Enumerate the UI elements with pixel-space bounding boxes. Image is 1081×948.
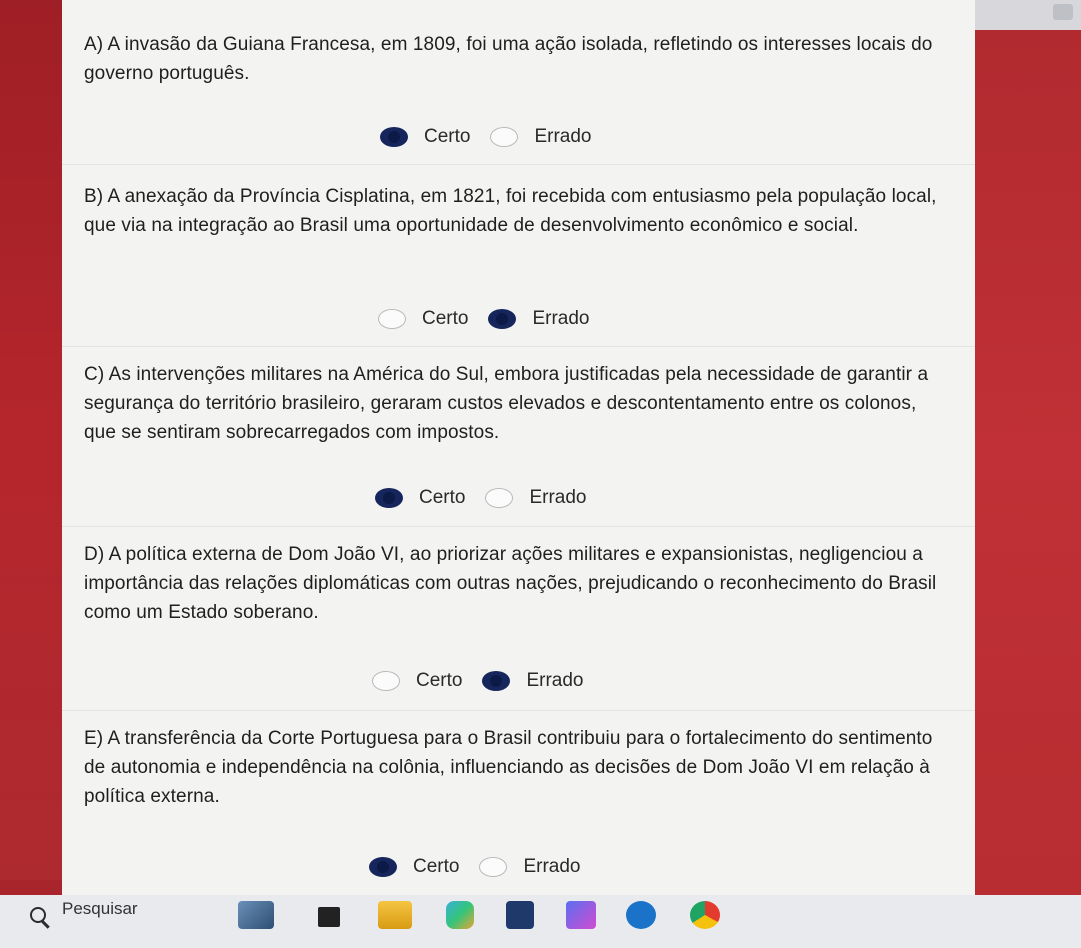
question-a: A) A invasão da Guiana Francesa, em 1809… [84,30,944,88]
window-corner [975,0,1081,30]
option-label-certo[interactable]: Certo [413,856,459,878]
radio-dot-icon [490,675,503,687]
option-label-errado[interactable]: Errado [532,308,589,330]
desktop-background-right [975,0,1081,895]
taskbar: Pesquisar [0,895,1081,948]
office-icon[interactable] [566,901,596,929]
options-d: Certo Errado [372,668,604,694]
copilot-icon[interactable] [446,901,474,929]
option-label-errado[interactable]: Errado [529,487,586,509]
options-e: Certo Errado [369,854,601,880]
store-icon[interactable] [506,901,534,929]
weather-icon[interactable] [238,901,274,929]
radio-dot-icon [388,131,400,143]
radio-certo-c[interactable] [375,488,403,508]
question-text: E) A transferência da Corte Portuguesa p… [84,728,933,807]
quiz-card: A) A invasão da Guiana Francesa, em 1809… [62,0,975,895]
question-text: B) A anexação da Província Cisplatina, e… [84,186,937,236]
question-e: E) A transferência da Corte Portuguesa p… [84,724,944,811]
question-text: A) A invasão da Guiana Francesa, em 1809… [84,34,933,84]
file-explorer-icon[interactable] [378,901,412,929]
radio-errado-c[interactable] [485,488,514,508]
radio-certo-b[interactable] [378,309,406,329]
radio-errado-b[interactable] [488,309,517,329]
option-label-errado[interactable]: Errado [523,856,580,878]
options-b: Certo Errado [378,306,610,332]
option-label-certo[interactable]: Certo [419,487,465,509]
chrome-icon[interactable] [690,901,720,929]
option-label-certo[interactable]: Certo [422,308,468,330]
radio-dot-icon [496,313,509,325]
divider [62,710,975,711]
search-icon[interactable] [30,907,46,923]
option-label-errado[interactable]: Errado [534,126,591,148]
options-c: Certo Errado [375,485,607,511]
divider [62,526,975,527]
teams-icon[interactable] [626,901,656,929]
radio-errado-d[interactable] [482,671,511,691]
option-label-errado[interactable]: Errado [526,670,583,692]
task-view-icon[interactable] [318,907,340,927]
question-c: C) As intervenções militares na América … [84,360,944,447]
question-text: C) As intervenções militares na América … [84,364,929,443]
window-control-icon[interactable] [1053,4,1073,20]
radio-errado-a[interactable] [490,127,519,147]
question-d: D) A política externa de Dom João VI, ao… [84,540,944,627]
radio-dot-icon [383,492,395,504]
radio-certo-d[interactable] [372,671,400,691]
option-label-certo[interactable]: Certo [424,126,470,148]
question-b: B) A anexação da Província Cisplatina, e… [84,182,944,240]
divider [62,164,975,165]
radio-certo-a[interactable] [380,127,408,147]
radio-certo-e[interactable] [369,857,397,877]
options-a: Certo Errado [380,124,612,150]
desktop-background-left [0,0,62,880]
option-label-certo[interactable]: Certo [416,670,462,692]
radio-dot-icon [377,861,389,873]
taskbar-search-label[interactable]: Pesquisar [62,899,138,919]
radio-errado-e[interactable] [479,857,508,877]
question-text: D) A política externa de Dom João VI, ao… [84,544,937,623]
divider [62,346,975,347]
